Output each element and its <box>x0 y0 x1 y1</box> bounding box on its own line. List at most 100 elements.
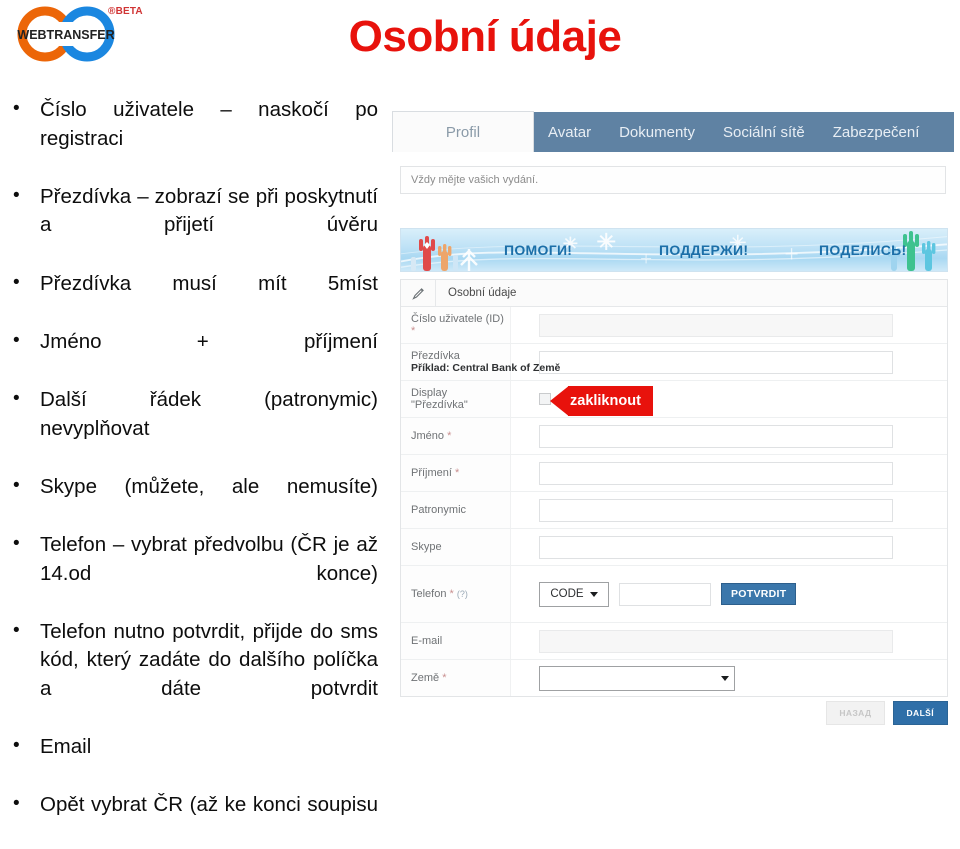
tab-zabezpeceni[interactable]: Zabezpečení <box>819 112 934 152</box>
profile-tabbar: Profil Avatar Dokumenty Sociální sítě Za… <box>392 111 954 152</box>
bullet-text: Jméno + příjmení <box>40 329 378 353</box>
logo-wordmark: WEBTRANSFER <box>17 28 114 42</box>
field-control-nickname <box>511 350 947 374</box>
nickname-input[interactable] <box>539 350 893 374</box>
banner-word-podderzhi: ПОДДЕРЖИ! <box>659 242 749 258</box>
label-text: Display "Přezdívka" <box>411 387 468 411</box>
tab-socialni-site[interactable]: Sociální sítě <box>709 112 819 152</box>
list-item: Skype (můžete, ale nemusíte) <box>0 472 388 530</box>
notice-text: Vždy mějte vašich vydání. <box>411 174 539 186</box>
label-text: Telefon <box>411 588 447 600</box>
form-row-email: E-mail <box>401 623 947 660</box>
chevron-down-icon <box>721 675 729 681</box>
form-row-display-nickname: Display "Přezdívka" <box>401 381 947 418</box>
help-hint-icon[interactable]: (?) <box>457 589 468 599</box>
banner-word-pomogi: ПОМОГИ! <box>504 242 573 258</box>
list-item: Přezdívka musí mít 5míst <box>0 269 388 327</box>
bullet-text: Telefon – vybrat předvolbu (ČR je až 14.… <box>40 532 378 585</box>
email-input[interactable] <box>539 629 893 653</box>
notice-bar: Vždy mějte vašich vydání. <box>400 166 946 194</box>
tabbar-underline <box>392 152 954 155</box>
label-text: E-mail <box>411 635 443 647</box>
skype-input[interactable] <box>539 535 893 559</box>
form-footer-actions: НАЗАД DALŠÍ <box>826 701 948 725</box>
phone-confirm-button[interactable]: POTVRDIT <box>721 583 797 605</box>
list-item: Číslo uživatele – naskočí po registraci <box>0 95 388 182</box>
form-row-lastname: Příjmení * <box>401 455 947 492</box>
form-row-nickname: Přezdívka Příklad: Central Bank of Země <box>401 344 947 381</box>
tab-dokumenty[interactable]: Dokumenty <box>605 112 709 152</box>
callout-annotation: zakliknout <box>550 386 653 416</box>
callout-label: zakliknout <box>570 393 641 409</box>
field-label-lastname: Příjmení * <box>401 455 511 491</box>
tab-label: Avatar <box>548 123 592 141</box>
tab-profil[interactable]: Profil <box>392 111 534 152</box>
required-marker: * <box>455 467 460 479</box>
form-row-patronymic: Patronymic <box>401 492 947 529</box>
label-text: Skype <box>411 541 442 553</box>
tab-label: Zabezpečení <box>832 123 920 141</box>
bullet-text: Přezdívka – zobrazí se při poskytnutí a … <box>40 184 378 237</box>
field-control-phone: CODE POTVRDIT <box>511 581 947 607</box>
snowflake-icon <box>641 253 652 264</box>
form-row-country: Země * <box>401 660 947 696</box>
field-control-skype <box>511 535 947 559</box>
phone-code-select[interactable]: CODE <box>539 581 609 607</box>
chevron-down-icon <box>589 591 598 597</box>
label-text: Jméno <box>411 430 445 442</box>
promo-banner[interactable]: ПОМОГИ! ПОДДЕРЖИ! ПОДЕЛИСЬ! <box>400 228 948 272</box>
tab-label: Sociální sítě <box>722 123 805 141</box>
bullet-text: Opět vybrat ČR (až ke konci soupisu <box>40 793 378 817</box>
back-button[interactable]: НАЗАД <box>826 701 885 725</box>
firstname-input[interactable] <box>539 424 893 448</box>
field-control-patronymic <box>511 498 947 522</box>
form-row-phone: Telefon * (?) CODE POTVRDIT <box>401 566 947 623</box>
field-control-firstname <box>511 424 947 448</box>
field-label-skype: Skype <box>401 529 511 565</box>
label-text: Příjmení <box>411 467 452 479</box>
bullet-text: Email <box>40 735 92 759</box>
list-item: Přezdívka – zobrazí se při poskytnutí a … <box>0 182 388 269</box>
field-label-patronymic: Patronymic <box>401 492 511 528</box>
field-control-id <box>511 313 947 337</box>
required-marker: * <box>442 672 447 684</box>
list-item: Opět vybrat ČR (až ke konci soupisu <box>0 790 388 848</box>
label-text: Země <box>411 672 440 684</box>
field-label-phone: Telefon * (?) <box>401 566 511 622</box>
next-button[interactable]: DALŠÍ <box>892 701 948 725</box>
helping-hands-icon-left <box>411 236 478 271</box>
personal-data-form: Osobní údaje Číslo uživatele (ID) * Přez… <box>400 279 948 697</box>
pencil-icon[interactable] <box>401 280 436 306</box>
phone-code-label: CODE <box>550 588 584 600</box>
tab-label: Profil <box>445 123 481 141</box>
tab-label: Dokumenty <box>619 123 695 141</box>
embedded-screenshot: Profil Avatar Dokumenty Sociální sítě Za… <box>392 106 954 731</box>
patronymic-input[interactable] <box>539 498 893 522</box>
field-label-nickname: Přezdívka Příklad: Central Bank of Země <box>401 344 560 380</box>
bullet-text: Přezdívka musí mít 5míst <box>40 271 378 295</box>
logo-beta-badge: ®BETA <box>108 6 143 17</box>
country-select[interactable] <box>539 665 735 691</box>
lastname-input[interactable] <box>539 461 893 485</box>
field-control-lastname <box>511 461 947 485</box>
callout-body: zakliknout <box>568 386 653 416</box>
bullet-text: Skype (můžete, ale nemusíte) <box>40 474 378 498</box>
form-row-firstname: Jméno * <box>401 418 947 455</box>
id-input[interactable] <box>539 313 893 337</box>
bullet-text: Telefon nutno potvrdit, přijde do sms kó… <box>40 619 378 700</box>
bullet-list: Číslo uživatele – naskočí po registraci … <box>0 95 388 849</box>
list-item: Email <box>0 732 388 790</box>
field-label-firstname: Jméno * <box>401 418 511 454</box>
label-text: Číslo uživatele (ID) <box>411 313 504 325</box>
page-title: Osobní údaje <box>348 12 622 61</box>
phone-number-input[interactable] <box>619 582 711 606</box>
field-label-id: Číslo uživatele (ID) * <box>401 307 511 343</box>
required-marker: * <box>411 325 416 337</box>
form-row-id: Číslo uživatele (ID) * <box>401 307 947 344</box>
bullet-text: Další řádek (patronymic) nevyplňovat <box>40 387 378 440</box>
list-item: Jméno + příjmení <box>0 327 388 385</box>
tab-avatar[interactable]: Avatar <box>534 112 605 152</box>
required-marker: * <box>449 588 454 600</box>
field-label-display-nickname: Display "Přezdívka" <box>401 381 511 417</box>
field-label-email: E-mail <box>401 623 511 659</box>
